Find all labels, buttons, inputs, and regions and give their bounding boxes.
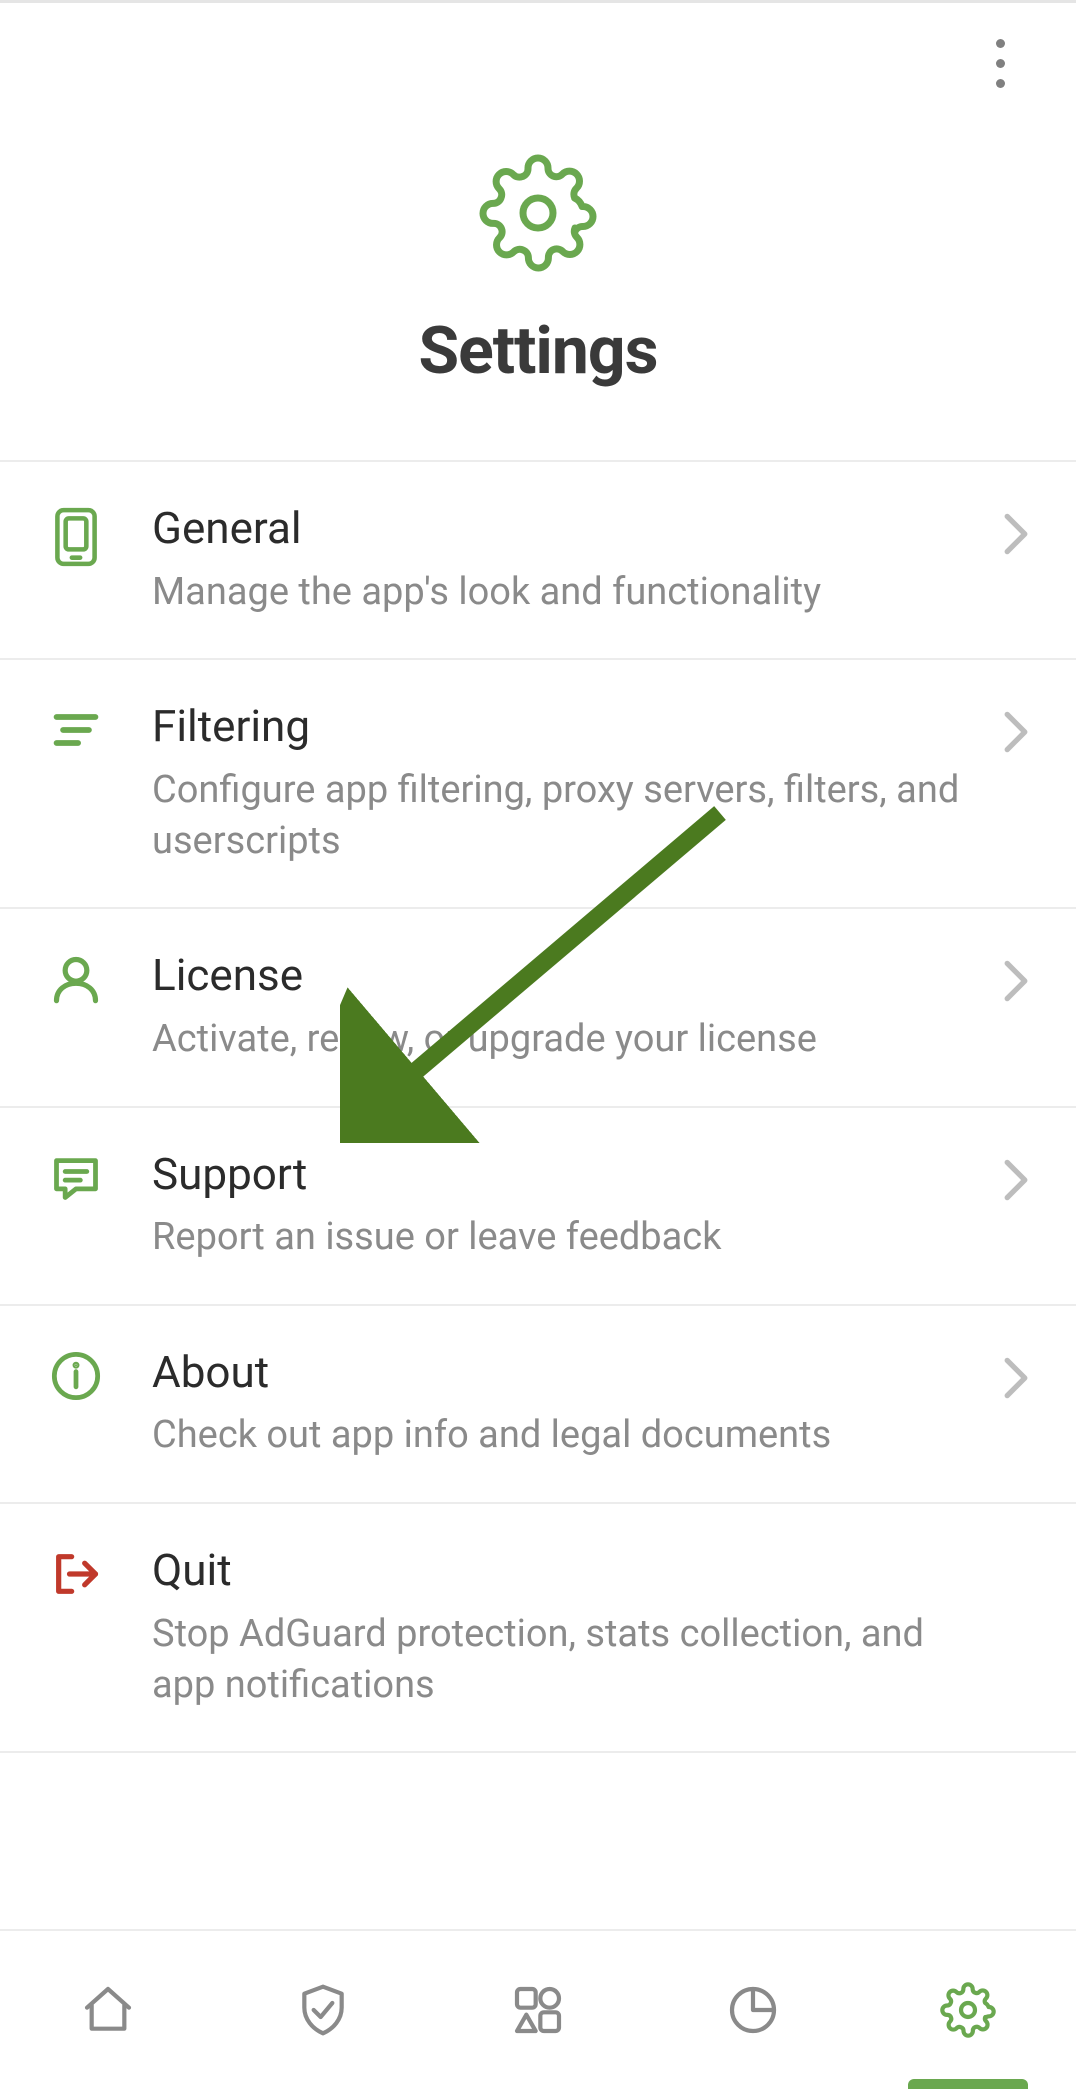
info-icon bbox=[50, 1350, 102, 1402]
nav-settings[interactable] bbox=[861, 1931, 1076, 2089]
item-title: Support bbox=[152, 1148, 976, 1201]
bottom-nav bbox=[0, 1929, 1076, 2089]
chevron-right-icon bbox=[1002, 959, 1030, 1003]
item-subtitle: Check out app info and legal documents bbox=[152, 1410, 976, 1461]
settings-item-general[interactable]: General Manage the app's look and functi… bbox=[0, 460, 1076, 660]
nav-protection[interactable] bbox=[215, 1931, 430, 2089]
chevron-right-icon bbox=[1002, 1356, 1030, 1400]
phone-icon bbox=[50, 506, 102, 568]
kebab-dot-icon bbox=[996, 79, 1005, 88]
nav-stats[interactable] bbox=[646, 1931, 861, 2089]
settings-item-about[interactable]: About Check out app info and legal docum… bbox=[0, 1306, 1076, 1504]
home-icon bbox=[80, 1982, 136, 2038]
gear-icon bbox=[940, 1982, 996, 2038]
pie-chart-icon bbox=[725, 1982, 781, 2038]
user-icon bbox=[50, 953, 102, 1005]
item-title: Filtering bbox=[152, 700, 976, 753]
nav-home[interactable] bbox=[0, 1931, 215, 2089]
filter-icon bbox=[50, 704, 102, 756]
item-subtitle: Configure app filtering, proxy servers, … bbox=[152, 765, 976, 868]
chevron-right-icon bbox=[1002, 710, 1030, 754]
item-title: About bbox=[152, 1346, 976, 1399]
item-subtitle: Activate, renew, or upgrade your license bbox=[152, 1014, 976, 1065]
gear-icon bbox=[478, 153, 598, 273]
chevron-right-icon bbox=[1002, 1158, 1030, 1202]
shield-icon bbox=[295, 1982, 351, 2038]
item-title: Quit bbox=[152, 1544, 976, 1597]
item-subtitle: Manage the app's look and functionality bbox=[152, 567, 976, 618]
chat-icon bbox=[50, 1152, 102, 1204]
settings-item-filtering[interactable]: Filtering Configure app filtering, proxy… bbox=[0, 660, 1076, 909]
item-subtitle: Report an issue or leave feedback bbox=[152, 1212, 976, 1263]
item-subtitle: Stop AdGuard protection, stats collectio… bbox=[152, 1609, 976, 1712]
item-title: License bbox=[152, 949, 976, 1002]
exit-icon bbox=[50, 1548, 102, 1600]
page-header: Settings bbox=[0, 123, 1076, 460]
kebab-dot-icon bbox=[996, 59, 1005, 68]
chevron-right-icon bbox=[1002, 512, 1030, 556]
page-title: Settings bbox=[418, 313, 657, 390]
apps-icon bbox=[510, 1982, 566, 2038]
kebab-dot-icon bbox=[996, 39, 1005, 48]
overflow-menu-button[interactable] bbox=[972, 35, 1028, 91]
nav-apps[interactable] bbox=[430, 1931, 645, 2089]
settings-item-license[interactable]: License Activate, renew, or upgrade your… bbox=[0, 909, 1076, 1107]
item-title: General bbox=[152, 502, 976, 555]
settings-item-support[interactable]: Support Report an issue or leave feedbac… bbox=[0, 1108, 1076, 1306]
settings-item-quit[interactable]: Quit Stop AdGuard protection, stats coll… bbox=[0, 1504, 1076, 1753]
